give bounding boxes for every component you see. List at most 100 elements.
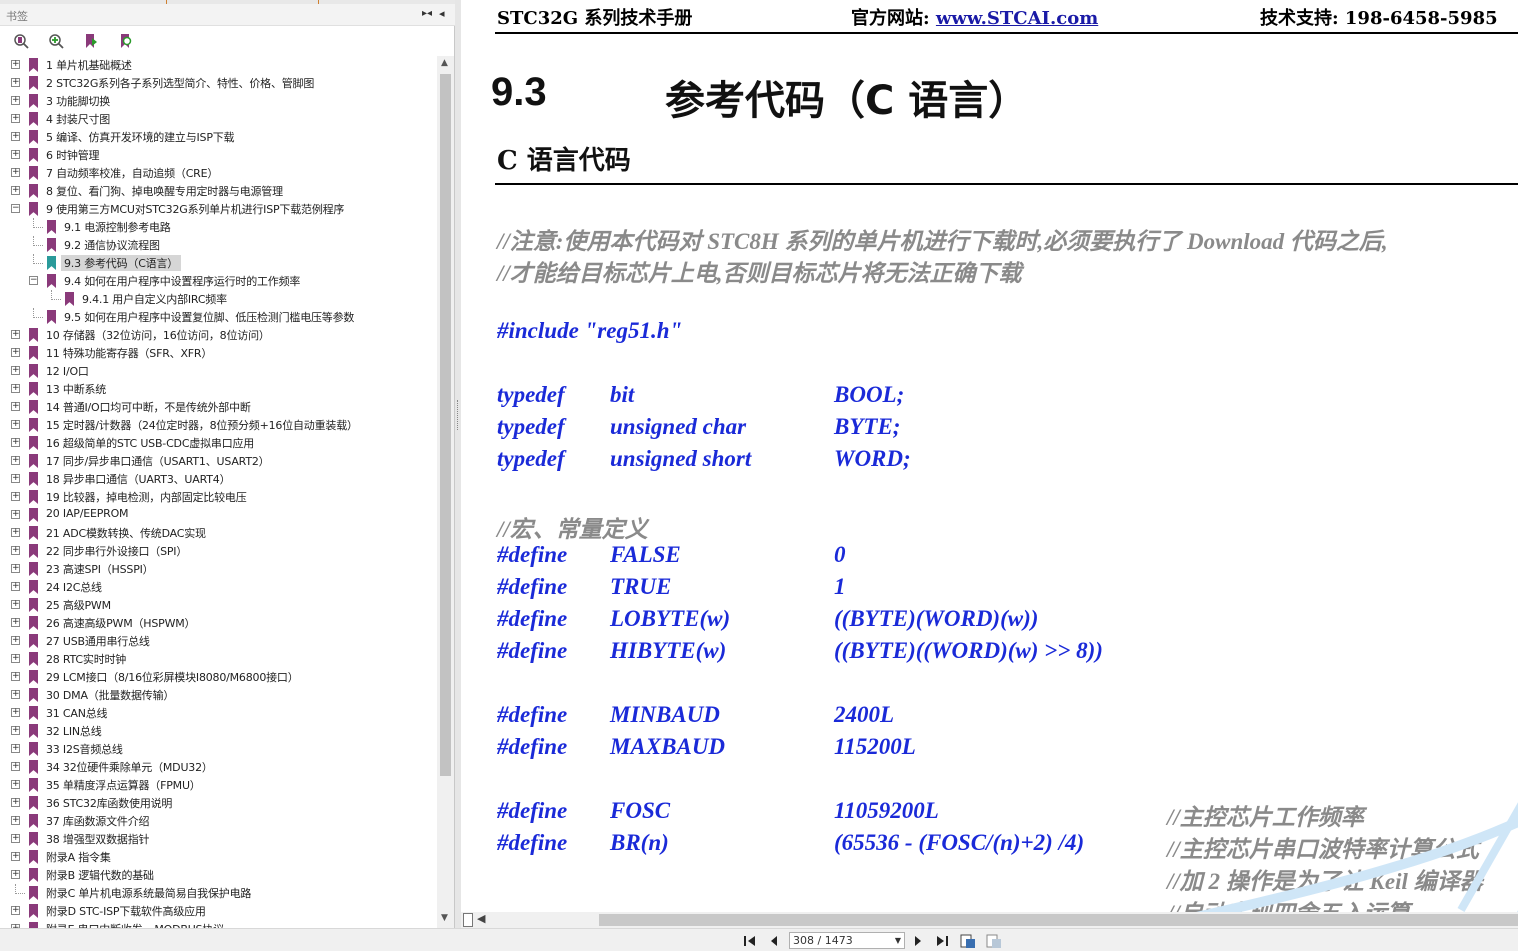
expand-node-icon[interactable]: + — [11, 798, 20, 807]
scroll-down-icon[interactable]: ▼ — [441, 913, 448, 923]
expand-node-icon[interactable]: + — [11, 816, 20, 825]
expand-node-icon[interactable]: + — [11, 690, 20, 699]
bookmark-item[interactable]: +22 同步串行外设接口（SPI） — [0, 542, 436, 560]
hscroll-thumb[interactable] — [599, 914, 1518, 926]
bookmark-item[interactable]: +19 比较器，掉电检测，内部固定比较电压 — [0, 488, 436, 506]
document-hscrollbar[interactable]: ◀ — [461, 912, 1518, 928]
expand-node-icon[interactable]: + — [11, 870, 20, 879]
bookmark-item[interactable]: +26 高速高级PWM（HSPWM） — [0, 614, 436, 632]
bookmark-item[interactable]: 9.4.1 用户自定义内部IRC频率 — [0, 290, 436, 308]
bookmark-item[interactable]: +23 高速SPI（HSSPI） — [0, 560, 436, 578]
bookmark-item[interactable]: 9.5 如何在用户程序中设置复位脚、低压检测门槛电压等参数 — [0, 308, 436, 326]
bookmark-item[interactable]: + 附录A 指令集 — [0, 848, 436, 866]
expand-node-icon[interactable]: + — [11, 78, 20, 87]
collapse-panel-icon[interactable]: ▸◂ — [422, 8, 432, 19]
expand-node-icon[interactable]: + — [11, 114, 20, 123]
expand-node-icon[interactable]: + — [11, 186, 20, 195]
bookmark-item[interactable]: + 附录D STC-ISP下载软件高级应用 — [0, 902, 436, 920]
bookmark-item[interactable]: +37 库函数源文件介绍 — [0, 812, 436, 830]
expand-node-icon[interactable]: + — [11, 618, 20, 627]
last-page-icon[interactable] — [934, 933, 950, 949]
expand-node-icon[interactable]: + — [11, 582, 20, 591]
bookmark-item[interactable]: +24 I2C总线 — [0, 578, 436, 596]
expand-node-icon[interactable]: + — [11, 384, 20, 393]
bookmark-item[interactable]: +18 异步串口通信（UART3、UART4） — [0, 470, 436, 488]
scroll-up-icon[interactable]: ▲ — [441, 58, 448, 68]
add-bookmark-icon[interactable] — [47, 32, 65, 50]
bookmark-item[interactable]: +20 IAP/EEPROM — [0, 506, 436, 524]
expand-node-icon[interactable]: + — [11, 834, 20, 843]
bookmark-item[interactable]: +34 32位硬件乘除单元（MDU32） — [0, 758, 436, 776]
expand-node-icon[interactable]: + — [11, 510, 20, 519]
expand-node-icon[interactable]: + — [11, 762, 20, 771]
expand-node-icon[interactable]: + — [11, 438, 20, 447]
bookmark-item[interactable]: +29 LCM接口（8/16位彩屏模块I8080/M6800接口） — [0, 668, 436, 686]
bookmark-item[interactable]: +14 普通I/O口均可中断，不是传统外部中断 — [0, 398, 436, 416]
bookmark-item[interactable]: +7 自动频率校准，自动追频（CRE） — [0, 164, 436, 182]
expand-node-icon[interactable]: + — [11, 852, 20, 861]
expand-node-icon[interactable]: + — [11, 636, 20, 645]
expand-node-icon[interactable]: + — [11, 150, 20, 159]
bookmark-item[interactable]: 9.2 通信协议流程图 — [0, 236, 436, 254]
expand-node-icon[interactable]: + — [11, 492, 20, 501]
bookmark-item[interactable]: +32 LIN总线 — [0, 722, 436, 740]
bookmark-item[interactable]: +16 超级简单的STC USB-CDC虚拟串口应用 — [0, 434, 436, 452]
expand-node-icon[interactable]: + — [11, 96, 20, 105]
fit-width-icon[interactable] — [986, 933, 1002, 949]
expand-node-icon[interactable]: + — [11, 600, 20, 609]
bookmark-item[interactable]: +6 时钟管理 — [0, 146, 436, 164]
bookmark-item[interactable]: +17 同步/异步串口通信（USART1、USART2） — [0, 452, 436, 470]
bookmark-up-icon[interactable] — [82, 32, 100, 50]
expand-node-icon[interactable]: + — [11, 546, 20, 555]
bookmark-item[interactable]: +27 USB通用串行总线 — [0, 632, 436, 650]
expand-node-icon[interactable]: + — [11, 654, 20, 663]
page-number-select[interactable]: 308 / 1473 ▼ — [789, 932, 905, 949]
expand-node-icon[interactable]: + — [11, 564, 20, 573]
expand-node-icon[interactable]: + — [11, 348, 20, 357]
bookmark-item[interactable]: +3 功能脚切换 — [0, 92, 436, 110]
bookmark-item[interactable]: +35 单精度浮点运算器（FPMU） — [0, 776, 436, 794]
expand-node-icon[interactable]: + — [11, 474, 20, 483]
expand-node-icon[interactable]: + — [11, 456, 20, 465]
bookmark-item[interactable]: +13 中断系统 — [0, 380, 436, 398]
bookmark-item[interactable]: +11 特殊功能寄存器（SFR、XFR） — [0, 344, 436, 362]
expand-node-icon[interactable]: + — [11, 60, 20, 69]
header-website-link[interactable]: www.STCAI.com — [936, 8, 1098, 29]
bookmark-item[interactable]: +21 ADC模数转换、传统DAC实现 — [0, 524, 436, 542]
bookmark-item[interactable]: +38 增强型双数据指针 — [0, 830, 436, 848]
expand-node-icon[interactable]: + — [11, 168, 20, 177]
bookmark-item[interactable]: − 9 使用第三方MCU对STC32G系列单片机进行ISP下载范例程序 — [0, 200, 436, 218]
expand-node-icon[interactable]: + — [11, 672, 20, 681]
bookmark-item[interactable]: +附录E 串口中断收发 – MODBUS协议 — [0, 920, 436, 928]
bookmark-item[interactable]: 9.3 参考代码（C语言） — [0, 254, 436, 272]
bookmark-item[interactable]: +30 DMA（批量数据传输） — [0, 686, 436, 704]
fit-page-icon[interactable] — [960, 933, 976, 949]
bookmark-scrollbar[interactable]: ▲ ▼ — [437, 56, 454, 928]
bookmark-item[interactable]: +33 I2S音频总线 — [0, 740, 436, 758]
bookmark-item[interactable]: +36 STC32库函数使用说明 — [0, 794, 436, 812]
expand-node-icon[interactable]: + — [11, 708, 20, 717]
bookmark-item[interactable]: +12 I/O口 — [0, 362, 436, 380]
collapse-node-icon[interactable]: − — [11, 204, 20, 213]
expand-node-icon[interactable]: + — [11, 330, 20, 339]
expand-node-icon[interactable]: + — [11, 366, 20, 375]
bookmark-item[interactable]: + 附录B 逻辑代数的基础 — [0, 866, 436, 884]
expand-node-icon[interactable]: + — [11, 132, 20, 141]
bookmark-search-icon[interactable] — [117, 32, 135, 50]
first-page-icon[interactable] — [742, 933, 758, 949]
bookmark-item[interactable]: +31 CAN总线 — [0, 704, 436, 722]
expand-node-icon[interactable]: + — [11, 420, 20, 429]
bookmark-item[interactable]: +1 单片机基础概述 — [0, 56, 436, 74]
bookmark-item[interactable]: 9.1 电源控制参考电路 — [0, 218, 436, 236]
scroll-thumb[interactable] — [440, 74, 451, 776]
bookmark-item[interactable]: +5 编译、仿真开发环境的建立与ISP下载 — [0, 128, 436, 146]
expand-node-icon[interactable]: + — [11, 906, 20, 915]
bookmark-item[interactable]: +28 RTC实时时钟 — [0, 650, 436, 668]
bookmark-item[interactable]: +10 存储器（32位访问，16位访问，8位访问） — [0, 326, 436, 344]
scroll-left-icon[interactable]: ◀ — [477, 912, 485, 925]
bookmark-item[interactable]: − 9.4 如何在用户程序中设置程序运行时的工作频率 — [0, 272, 436, 290]
bookmark-item[interactable]: +4 封装尺寸图 — [0, 110, 436, 128]
bookmark-item[interactable]: +2 STC32G系列各子系列选型简介、特性、价格、管脚图 — [0, 74, 436, 92]
prev-page-icon[interactable] — [766, 933, 782, 949]
expand-bookmark-icon[interactable] — [12, 32, 30, 50]
